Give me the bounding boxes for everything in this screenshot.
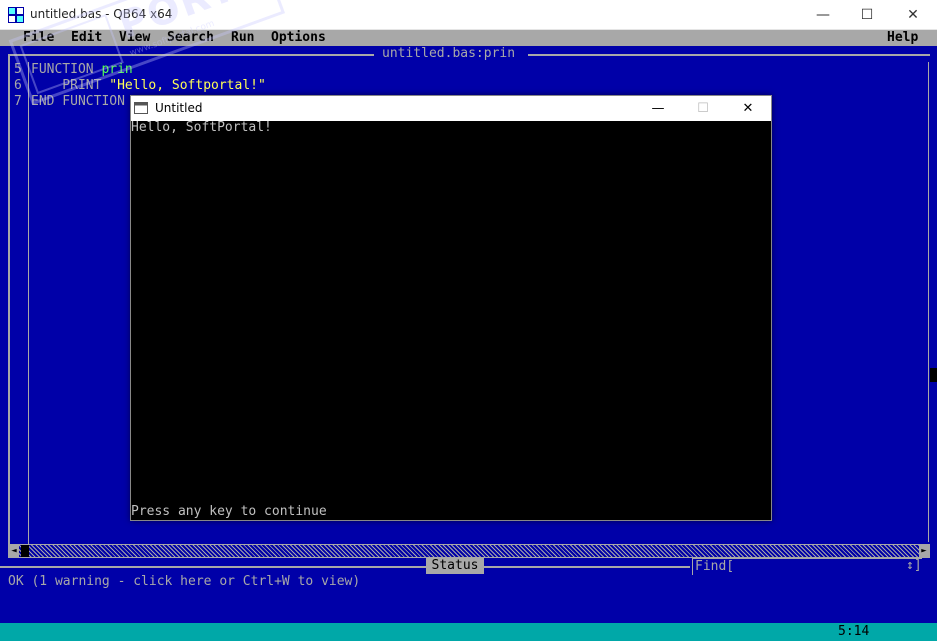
maximize-button[interactable]: ☐ [844, 0, 890, 30]
vertical-scrollbar[interactable] [928, 62, 937, 542]
output-prompt: Press any key to continue [131, 504, 327, 519]
find-field[interactable]: Find[ [692, 558, 922, 575]
program-output-window[interactable]: Untitled — ☐ ✕ Hello, SoftPortal! Press … [130, 95, 772, 521]
qb64-app-icon [8, 7, 24, 23]
horizontal-scrollbar[interactable]: ◄ ► [8, 544, 930, 558]
status-divider [0, 566, 690, 568]
output-window-title-bar[interactable]: Untitled — ☐ ✕ [131, 96, 771, 121]
minimize-button[interactable]: — [635, 96, 681, 121]
scrollbar-thumb[interactable] [21, 545, 29, 557]
frame-top-right [528, 54, 930, 56]
gutter-divider [28, 62, 29, 544]
output-window-title: Untitled [155, 101, 203, 115]
document-title: untitled.bas:prin [376, 46, 522, 62]
cursor-position: 5:14 [838, 624, 870, 639]
line-number: 7 [14, 94, 22, 109]
maximize-button[interactable]: ☐ [680, 96, 726, 121]
bottom-status-bar: 5:14 [0, 623, 937, 641]
menu-options[interactable]: Options [271, 30, 326, 46]
scroll-right-icon[interactable]: ► [919, 545, 929, 557]
menu-help[interactable]: Help [887, 30, 918, 46]
status-label: Status [426, 558, 484, 574]
close-button[interactable]: ✕ [725, 96, 771, 121]
output-line: Hello, SoftPortal! [131, 120, 272, 135]
frame-left [8, 54, 10, 544]
status-message[interactable]: OK (1 warning - click here or Ctrl+W to … [8, 574, 360, 590]
program-window-icon [134, 102, 148, 114]
line-number: 6 [14, 78, 22, 93]
menu-run[interactable]: Run [231, 30, 254, 46]
scroll-left-icon[interactable]: ◄ [9, 545, 19, 557]
close-button[interactable]: ✕ [890, 0, 936, 30]
scrollbar-thumb[interactable] [930, 368, 937, 382]
code-string: "Hello, Softportal!" [109, 78, 266, 93]
find-toggle-icon[interactable]: ↕] [906, 558, 922, 574]
minimize-button[interactable]: — [800, 0, 846, 30]
